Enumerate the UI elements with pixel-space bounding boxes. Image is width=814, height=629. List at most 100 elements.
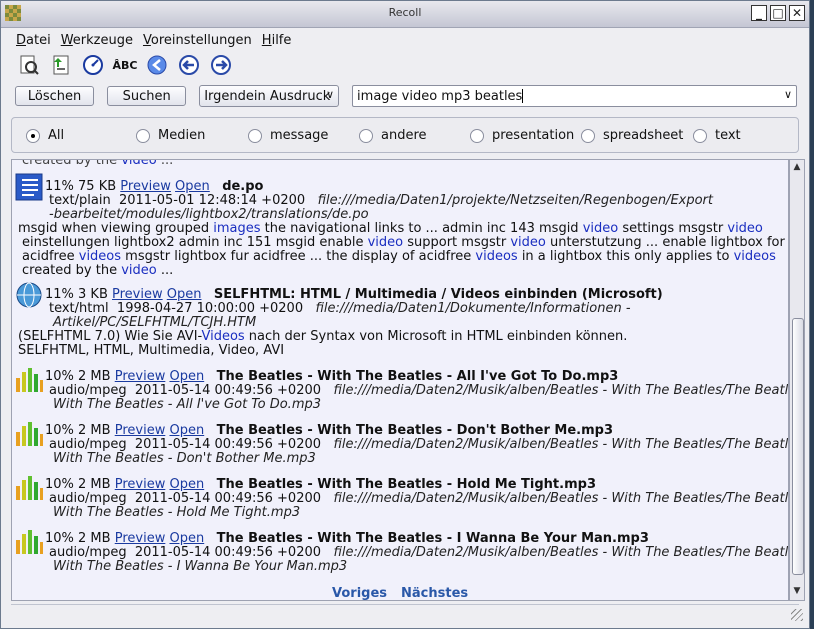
search-term-highlight: video (121, 159, 157, 168)
mime-type: audio/mpeg (49, 545, 127, 560)
preview-link[interactable]: Preview (112, 287, 163, 302)
menu-bar: Datei Werkzeuge Voreinstellungen Hilfe (1, 30, 809, 50)
file-path: file:///media/Daten2/Musik/alben/Beatles… (333, 437, 789, 452)
radio-icon (248, 128, 262, 143)
file-path: file:///media/Daten1/projekte/Netzseiten… (317, 193, 713, 208)
open-link[interactable]: Open (167, 287, 202, 302)
minimize-icon[interactable]: _ (751, 5, 767, 21)
radio-selected-icon (26, 128, 40, 143)
filter-message[interactable]: message (248, 128, 328, 143)
result-meta: audio/mpeg 2011-05-14 00:49:56 +0200 fil… (49, 383, 789, 398)
preview-link[interactable]: Preview (115, 369, 166, 384)
snippet-line: acidfree videos msgstr lightbox fur acid… (22, 249, 776, 264)
menu-voreinstellungen[interactable]: Voreinstellungen (138, 33, 257, 48)
menu-werkzeuge[interactable]: Werkzeuge (56, 33, 138, 48)
index-icon[interactable] (49, 53, 73, 77)
modified-date: 2011-05-14 00:49:56 +0200 (134, 383, 322, 398)
menu-werkzeuge-mnemonic: W (60, 32, 73, 48)
search-term-highlight: video (367, 235, 404, 250)
snippet-line: created by the video ... (22, 263, 174, 278)
maximize-icon[interactable]: □ (770, 5, 786, 21)
modified-date: 2011-05-01 12:48:14 +0200 (118, 193, 306, 208)
partial-snippet: created by the video ... (22, 159, 173, 168)
close-icon[interactable]: ✕ (789, 5, 805, 21)
modified-date: 1998-04-27 10:00:00 +0200 (116, 301, 304, 316)
history-icon[interactable] (17, 53, 41, 77)
search-term-highlight: video (582, 221, 619, 236)
text-document-icon (15, 173, 43, 201)
filter-all[interactable]: All (26, 128, 64, 143)
menu-werkzeuge-label: erkzeuge (72, 32, 133, 48)
preview-link[interactable]: Preview (115, 423, 166, 438)
preview-link[interactable]: Preview (115, 477, 166, 492)
audio-file-icon (16, 368, 43, 392)
relevance-size: 10% 2 MB (45, 477, 111, 492)
menu-hilfe-label: ilfe (271, 32, 292, 48)
filter-label: message (270, 128, 329, 143)
scrollbar-thumb[interactable] (792, 318, 804, 575)
file-path: file:///media/Daten2/Musik/alben/Beatles… (333, 383, 789, 398)
result-scrollbar[interactable]: ▲ ▼ (789, 159, 805, 601)
open-link[interactable]: Open (169, 531, 204, 546)
previous-page-icon[interactable] (177, 53, 201, 77)
result-list[interactable]: created by the video ... 11% 75 KB Previ… (11, 159, 789, 601)
audio-file-icon (16, 422, 43, 446)
next-page-icon[interactable] (209, 53, 233, 77)
result-header: 11% 3 KB Preview Open SELFHTML: HTML / M… (45, 288, 663, 302)
chevron-down-icon[interactable]: ∨ (784, 88, 792, 101)
scroll-up-icon[interactable]: ▲ (792, 162, 802, 172)
scroll-down-icon[interactable]: ▼ (792, 586, 802, 596)
search-input[interactable]: image video mp3 beatles ∨ (352, 85, 798, 107)
audio-file-icon (16, 530, 43, 554)
query-mode-select[interactable]: Irgendein Ausdruck ∨ (199, 85, 340, 107)
menu-hilfe[interactable]: Hilfe (257, 33, 297, 48)
toolbar: ÂBC (1, 50, 809, 80)
filter-spreadsheet[interactable]: spreadsheet (581, 128, 683, 143)
search-row: Löschen Suchen Irgendein Ausdruck ∨ imag… (15, 85, 798, 107)
previous-results-link[interactable]: Voriges (332, 586, 387, 600)
query-mode-value: Irgendein Ausdruck (204, 88, 331, 104)
open-link[interactable]: Open (175, 179, 210, 194)
file-path-cont: With The Beatles - Hold Me Tight.mp3 (53, 505, 301, 520)
radio-icon (693, 128, 707, 143)
filter-presentation[interactable]: presentation (470, 128, 574, 143)
mime-type: audio/mpeg (49, 437, 127, 452)
radio-icon (359, 128, 373, 143)
filter-medien[interactable]: Medien (136, 128, 205, 143)
category-filter: All Medien message andere presentation s… (11, 117, 799, 153)
result-header: 10% 2 MB Preview Open The Beatles - With… (45, 478, 596, 492)
open-link[interactable]: Open (169, 369, 204, 384)
search-button[interactable]: Suchen (107, 86, 187, 106)
mime-type: text/html (49, 301, 109, 316)
open-link[interactable]: Open (169, 423, 204, 438)
result-title: The Beatles - With The Beatles - I Wanna… (216, 531, 649, 546)
title-bar[interactable]: Recoll _ □ ✕ (1, 1, 809, 28)
open-link[interactable]: Open (169, 477, 204, 492)
preview-link[interactable]: Preview (120, 179, 171, 194)
filter-text[interactable]: text (693, 128, 741, 143)
menu-datei-mnemonic: D (16, 32, 27, 48)
file-path: file:///media/Daten2/Musik/alben/Beatles… (333, 491, 789, 506)
filter-andere[interactable]: andere (359, 128, 427, 143)
result-title: The Beatles - With The Beatles - All I'v… (216, 369, 619, 384)
resize-grip-icon[interactable] (791, 609, 803, 621)
modified-date: 2011-05-14 00:49:56 +0200 (134, 545, 322, 560)
snippet-line: SELFHTML, HTML, Multimedia, Video, AVI (18, 343, 285, 358)
spelling-icon[interactable]: ÂBC (113, 53, 138, 77)
search-term-highlight: videos (733, 249, 776, 264)
menu-datei[interactable]: Datei (11, 33, 56, 48)
first-page-icon[interactable] (145, 53, 169, 77)
next-results-link[interactable]: Nächstes (401, 586, 468, 600)
preview-link[interactable]: Preview (115, 531, 166, 546)
file-path: file:///media/Daten2/Musik/alben/Beatles… (333, 545, 789, 560)
file-path: file:///media/Daten1/Dokumente/Informati… (315, 301, 631, 316)
clear-button[interactable]: Löschen (15, 86, 95, 106)
relevance-size: 10% 2 MB (45, 423, 111, 438)
radio-icon (581, 128, 595, 143)
snippet-line: msgid when viewing grouped images the na… (18, 221, 763, 236)
filter-label: text (715, 128, 741, 143)
query-details-icon[interactable] (81, 53, 105, 77)
result-header: 10% 2 MB Preview Open The Beatles - With… (45, 424, 613, 438)
search-term-highlight: Videos (201, 329, 245, 344)
relevance-size: 10% 2 MB (45, 531, 111, 546)
